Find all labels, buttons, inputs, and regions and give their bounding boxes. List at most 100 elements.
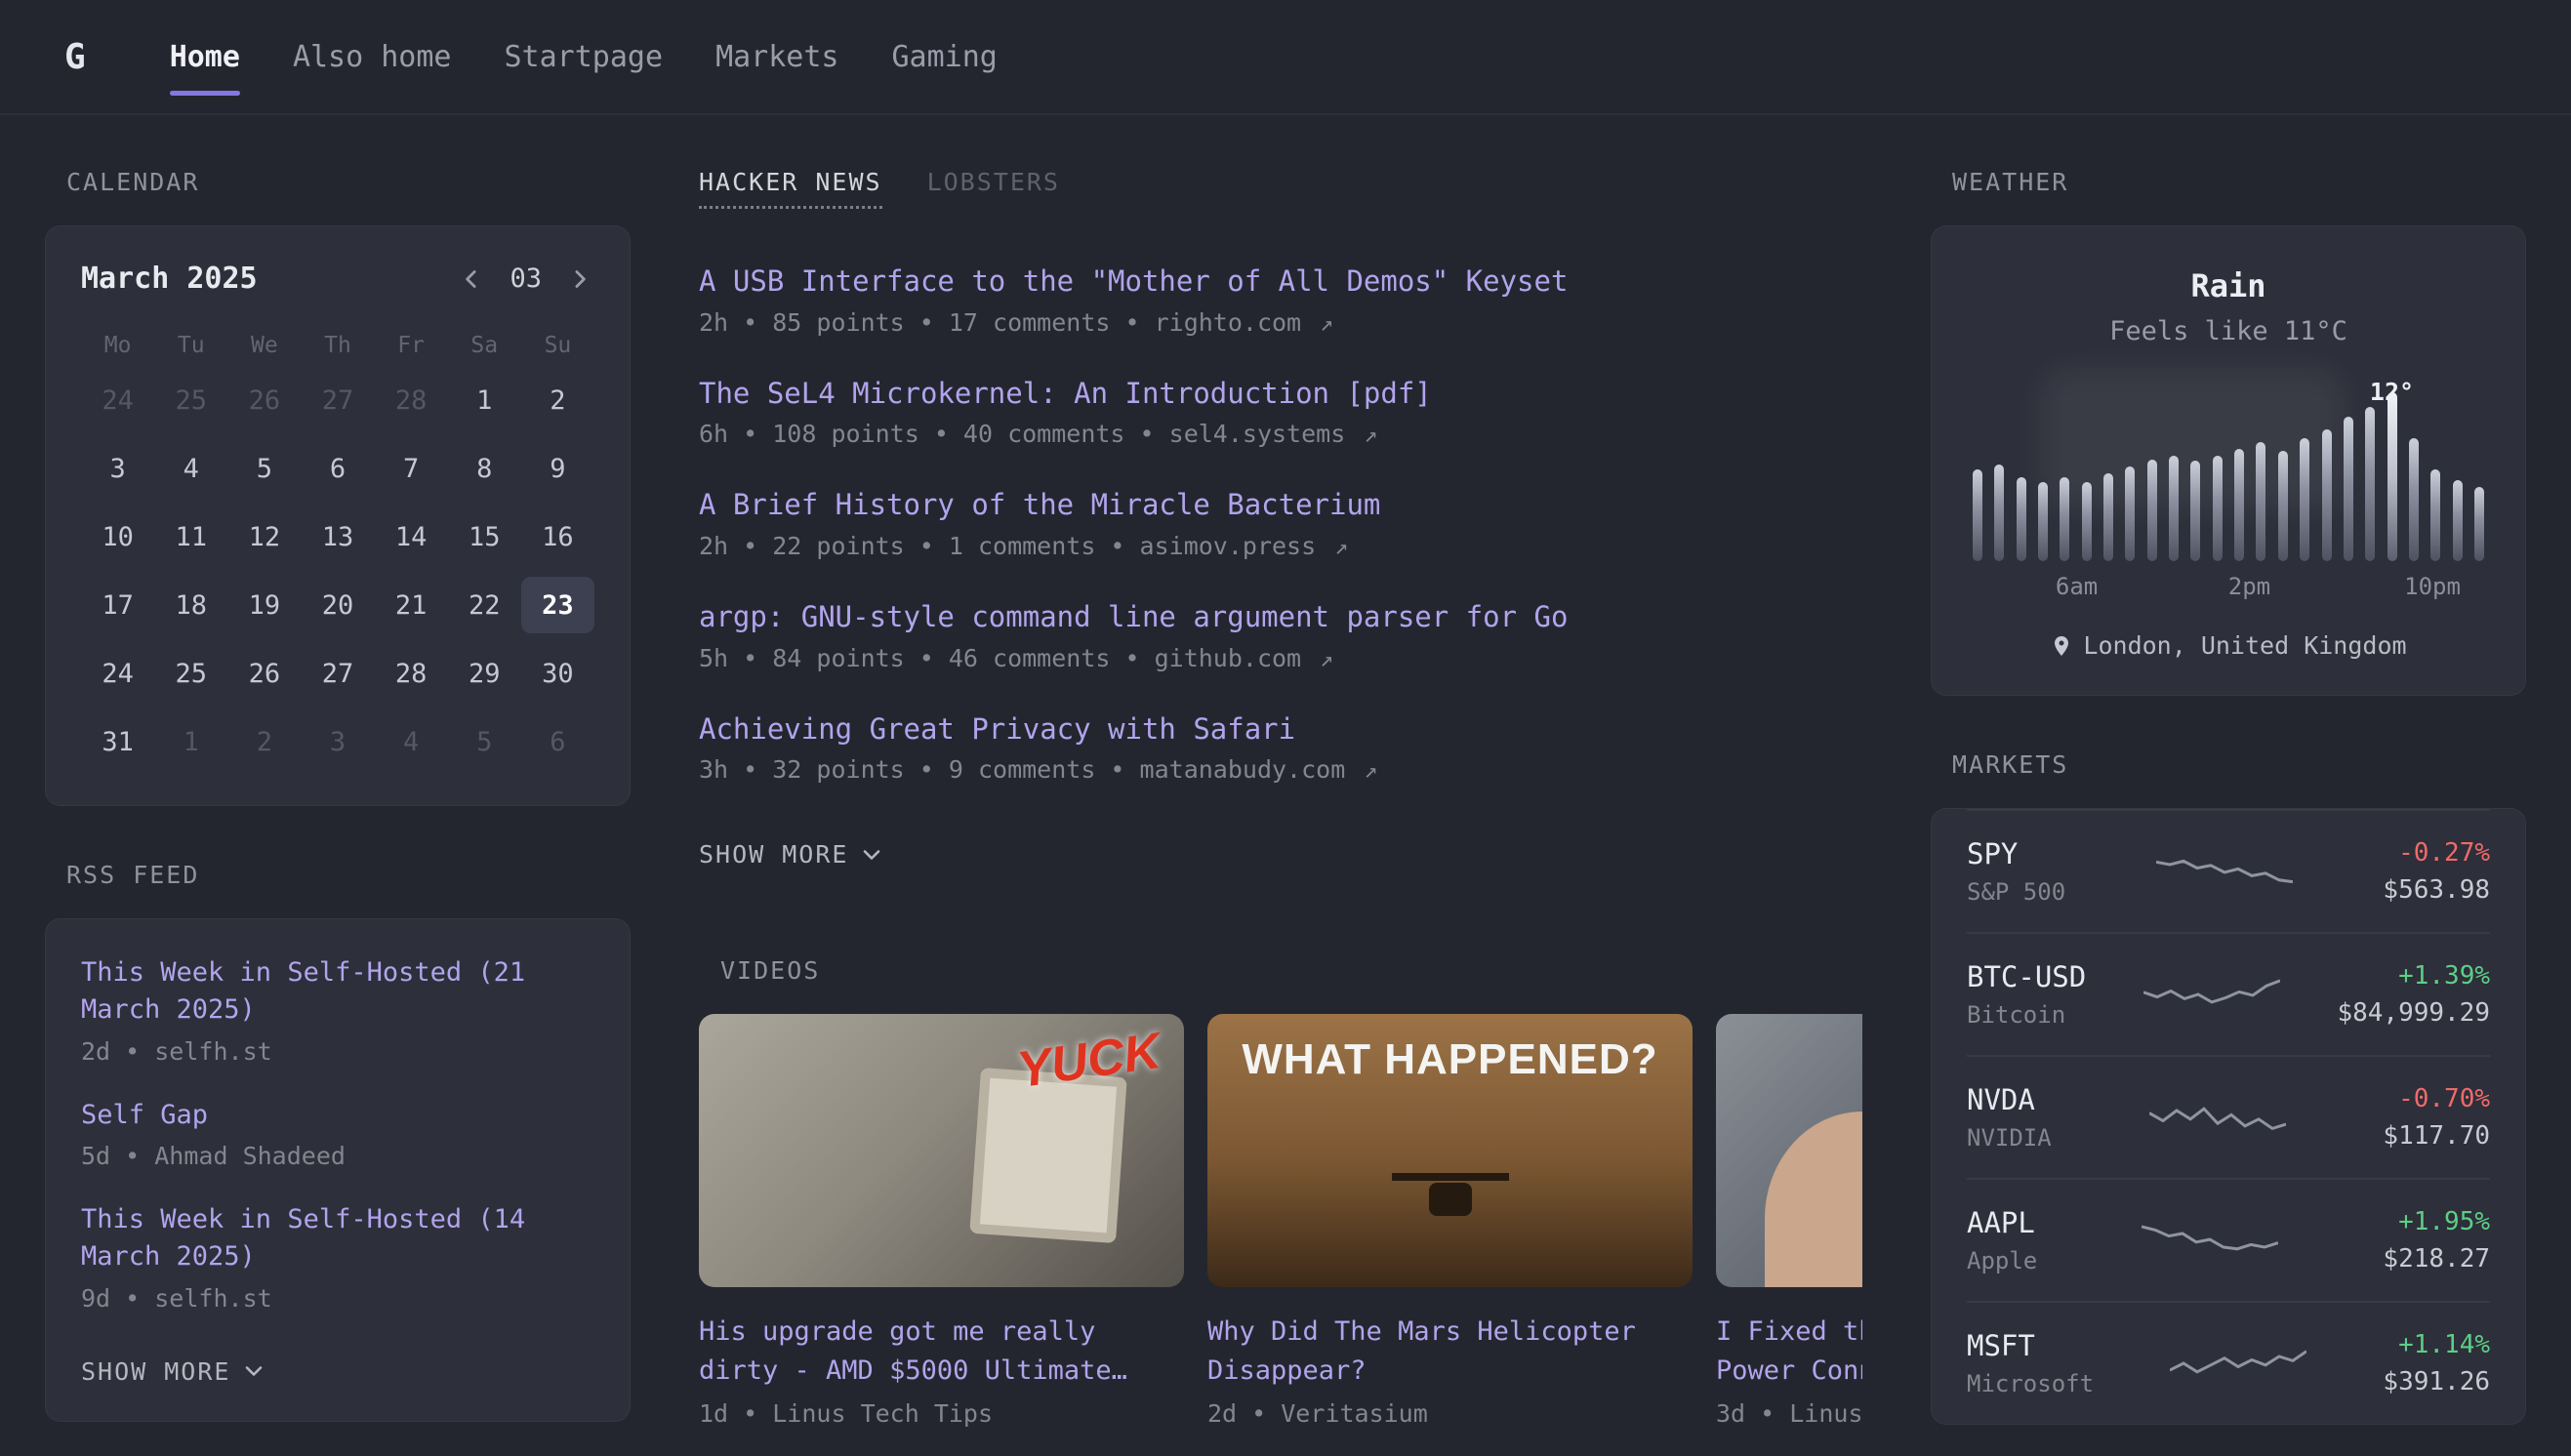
weather-feels-like: Feels like 11°C <box>1967 316 2490 346</box>
calendar-day: 21 <box>375 577 448 633</box>
left-column: CALENDAR March 2025 03 MoTuWeThFrSaSu <box>45 154 631 1456</box>
calendar-day: 27 <box>301 645 374 702</box>
news-story: The SeL4 Microkernel: An Introduction [p… <box>699 376 1862 449</box>
market-change: +1.39% <box>2337 961 2490 991</box>
weather-bar <box>2256 442 2265 561</box>
nav-tab[interactable]: Gaming <box>892 30 998 84</box>
weather-bar <box>2147 460 2157 561</box>
weather-bar <box>2103 473 2113 561</box>
chevron-right-icon <box>565 264 594 294</box>
market-sparkline <box>2170 1336 2306 1391</box>
story-title-link[interactable]: The SeL4 Microkernel: An Introduction [p… <box>699 376 1862 413</box>
story-meta-text: 2h • 22 points • 1 comments • asimov.pre… <box>699 532 1316 560</box>
calendar-card: March 2025 03 MoTuWeThFrSaSu 24252627281… <box>45 225 631 806</box>
video-thumbnail[interactable]: DOTT <box>1716 1014 1862 1287</box>
calendar-day: 6 <box>301 440 374 497</box>
story-title-link[interactable]: A USB Interface to the "Mother of All De… <box>699 263 1862 301</box>
rss-item-meta: 9d • selfh.st <box>81 1284 594 1313</box>
nav-tab[interactable]: Home <box>170 30 240 84</box>
chevron-down-icon <box>240 1357 267 1385</box>
market-row[interactable]: AAPL Apple +1.95% $218.27 <box>1967 1178 2490 1301</box>
calendar-day: 10 <box>81 508 154 565</box>
market-name: Apple <box>1967 1247 2037 1274</box>
news-show-more-button[interactable]: SHOW MORE <box>699 840 885 869</box>
calendar-day: 12 <box>227 508 301 565</box>
videos-row[interactable]: YUCK His upgrade got me reallydirty - AM… <box>699 1014 1862 1427</box>
weather-bar <box>2213 456 2223 561</box>
calendar-day: 11 <box>154 508 227 565</box>
video-title-link[interactable]: I Fixed the 5Power Connect <box>1716 1313 1862 1389</box>
calendar-day: 2 <box>521 372 594 428</box>
weather-bar <box>2190 461 2200 561</box>
calendar-day: 14 <box>375 508 448 565</box>
weather-bar <box>2365 407 2375 561</box>
story-title-link[interactable]: A Brief History of the Miracle Bacterium <box>699 487 1862 524</box>
market-sparkline <box>2156 844 2293 899</box>
video-meta: 1d • Linus Tech Tips <box>699 1399 1184 1428</box>
calendar-weekday-row: MoTuWeThFrSaSu <box>81 325 594 372</box>
calendar-day: 5 <box>448 713 521 770</box>
story-title-link[interactable]: Achieving Great Privacy with Safari <box>699 711 1862 748</box>
rss-item-meta: 5d • Ahmad Shadeed <box>81 1142 594 1170</box>
calendar-day: 9 <box>521 440 594 497</box>
rss-item-title-link[interactable]: Self Gap <box>81 1097 594 1134</box>
calendar-day: 24 <box>81 645 154 702</box>
rss-item-title-link[interactable]: This Week in Self-Hosted (21 March 2025) <box>81 954 594 1030</box>
calendar-day: 4 <box>375 713 448 770</box>
calendar-day: 25 <box>154 372 227 428</box>
video-title-link[interactable]: His upgrade got me reallydirty - AMD $50… <box>699 1313 1184 1389</box>
market-row[interactable]: MSFT Microsoft +1.14% $391.26 <box>1967 1301 2490 1424</box>
thumbnail-decor <box>1392 1173 1509 1181</box>
rss-list: This Week in Self-Hosted (21 March 2025)… <box>81 954 594 1313</box>
rss-item-title-link[interactable]: This Week in Self-Hosted (14 March 2025) <box>81 1201 594 1276</box>
weather-axis-label: 6am <box>2056 573 2098 600</box>
story-meta: 3h • 32 points • 9 comments • matanabudy… <box>699 755 1862 784</box>
story-meta: 2h • 85 points • 17 comments • righto.co… <box>699 308 1862 337</box>
market-name: NVIDIA <box>1967 1124 2052 1152</box>
news-tab[interactable]: HACKER NEWS <box>699 168 882 209</box>
nav-tabs: Home Also home Startpage Markets Gaming <box>170 30 998 84</box>
video-thumbnail[interactable]: YUCK <box>699 1014 1184 1287</box>
weather-bar <box>1994 465 2004 561</box>
calendar-day: 8 <box>448 440 521 497</box>
rss-item: This Week in Self-Hosted (14 March 2025)… <box>81 1201 594 1313</box>
news-tabs: HACKER NEWS LOBSTERS <box>699 168 1862 209</box>
weather-bar <box>2322 429 2332 561</box>
market-row[interactable]: SPY S&P 500 -0.27% $563.98 <box>1967 809 2490 932</box>
video-thumbnail[interactable]: WHAT HAPPENED? <box>1207 1014 1693 1287</box>
external-link-icon: ↗ <box>1334 535 1348 560</box>
calendar-day: 28 <box>375 372 448 428</box>
story-title-link[interactable]: argp: GNU-style command line argument pa… <box>699 599 1862 636</box>
market-labels: SPY S&P 500 <box>1967 837 2065 906</box>
calendar-widget-title: CALENDAR <box>66 168 631 196</box>
market-values: +1.14% $391.26 <box>2383 1330 2490 1396</box>
market-name: Bitcoin <box>1967 1001 2086 1029</box>
news-story: A USB Interface to the "Mother of All De… <box>699 263 1862 337</box>
weekday-label: Mo <box>81 325 154 372</box>
nav-tab[interactable]: Startpage <box>505 30 664 84</box>
nav-tab[interactable]: Also home <box>293 30 452 84</box>
show-more-label: SHOW MORE <box>699 840 848 869</box>
video-title-link[interactable]: Why Did The Mars HelicopterDisappear? <box>1207 1313 1693 1389</box>
market-row[interactable]: BTC-USD Bitcoin +1.39% $84,999.29 <box>1967 932 2490 1055</box>
weather-bars <box>1967 385 2490 561</box>
logo[interactable]: G <box>64 37 86 77</box>
calendar-prev-button[interactable] <box>457 264 486 294</box>
right-column: WEATHER Rain Feels like 11°C 12° 6am2pm1… <box>1931 154 2526 1425</box>
story-meta-text: 2h • 85 points • 17 comments • righto.co… <box>699 308 1301 337</box>
weather-condition: Rain <box>1967 267 2490 304</box>
weather-bar <box>2278 451 2288 561</box>
markets-card: SPY S&P 500 -0.27% $563.98 BTC-USD Bitco… <box>1931 808 2526 1425</box>
weather-bar <box>2430 469 2440 561</box>
market-row[interactable]: NVDA NVIDIA -0.70% $117.70 <box>1967 1055 2490 1178</box>
market-name: Microsoft <box>1967 1370 2094 1397</box>
weather-bar <box>2300 438 2309 561</box>
calendar-day: 29 <box>448 645 521 702</box>
market-labels: NVDA NVIDIA <box>1967 1083 2052 1152</box>
news-tab[interactable]: LOBSTERS <box>927 168 1060 196</box>
rss-show-more-button[interactable]: SHOW MORE <box>81 1357 267 1386</box>
story-meta: 2h • 22 points • 1 comments • asimov.pre… <box>699 532 1862 560</box>
story-meta: 5h • 84 points • 46 comments • github.co… <box>699 644 1862 672</box>
calendar-next-button[interactable] <box>565 264 594 294</box>
nav-tab[interactable]: Markets <box>715 30 838 84</box>
